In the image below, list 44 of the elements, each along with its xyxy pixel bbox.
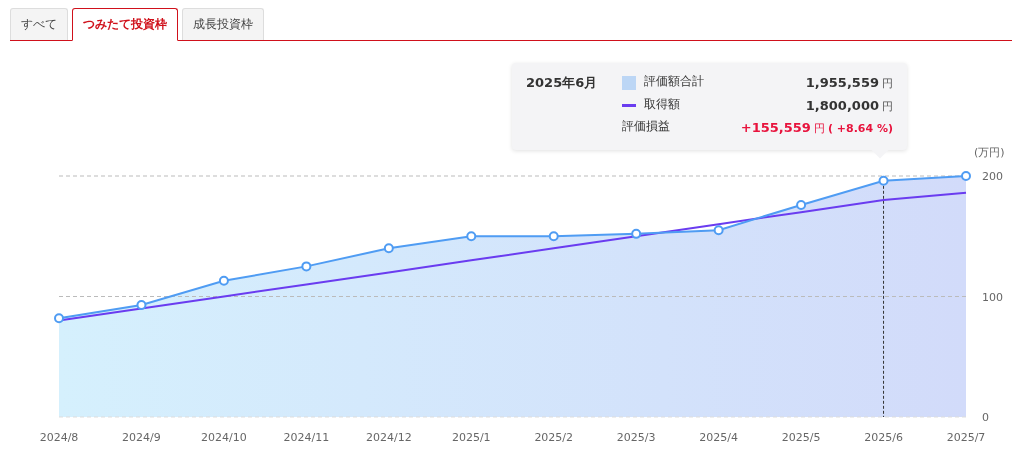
amount: 1,955,559	[805, 74, 879, 92]
legend-label: 評価額合計	[644, 74, 704, 88]
axis-label: 2025/1	[451, 431, 491, 444]
axis-label: 2025/7	[946, 431, 986, 444]
axis-label: 2024/8	[39, 431, 79, 444]
currency-unit: 円	[882, 98, 893, 115]
tab[interactable]: つみたて投資枠	[72, 8, 178, 41]
axis-label: 2025/6	[864, 431, 903, 444]
axis-label: 2024/10	[201, 431, 247, 444]
axis-label: 2025/5	[781, 431, 821, 444]
data-point	[466, 231, 477, 242]
axis-label: 2025/4	[699, 431, 738, 444]
data-point	[383, 243, 394, 254]
tab[interactable]: 成長投資枠	[182, 8, 264, 40]
data-point	[713, 225, 724, 236]
axis-label: 2024/12	[365, 431, 412, 444]
data-point	[796, 199, 807, 210]
tab[interactable]: すべて	[10, 8, 68, 40]
currency-unit: 円	[882, 76, 893, 92]
data-point	[301, 261, 312, 272]
data-point	[136, 299, 147, 310]
axis-title: (万円)	[974, 146, 1005, 159]
axis-label: 2024/9	[122, 431, 161, 444]
tooltip-date: 2025年6月	[526, 75, 598, 90]
data-point	[218, 275, 229, 286]
currency-unit: 円	[813, 121, 825, 137]
data-point	[878, 175, 889, 186]
percent-change: ( +8.64 %)	[827, 121, 893, 137]
amount: +155,559	[740, 119, 811, 137]
area-swatch-icon	[622, 75, 636, 90]
amount: 1,800,000	[805, 96, 879, 115]
data-point	[631, 228, 642, 239]
legend-label: 取得額	[644, 96, 680, 111]
axis-label: 200	[982, 170, 1003, 183]
axis-label: 2024/11	[283, 431, 330, 444]
data-point	[548, 231, 559, 242]
axis-label: 2025/3	[616, 431, 656, 444]
data-point	[54, 313, 64, 324]
line-swatch-icon	[622, 103, 636, 107]
axis-label: 100	[982, 290, 1003, 304]
data-point	[961, 171, 971, 181]
axis-label: 2025/2	[534, 431, 574, 444]
legend-label: 評価損益	[622, 119, 670, 133]
axis-label: 0	[982, 411, 989, 424]
